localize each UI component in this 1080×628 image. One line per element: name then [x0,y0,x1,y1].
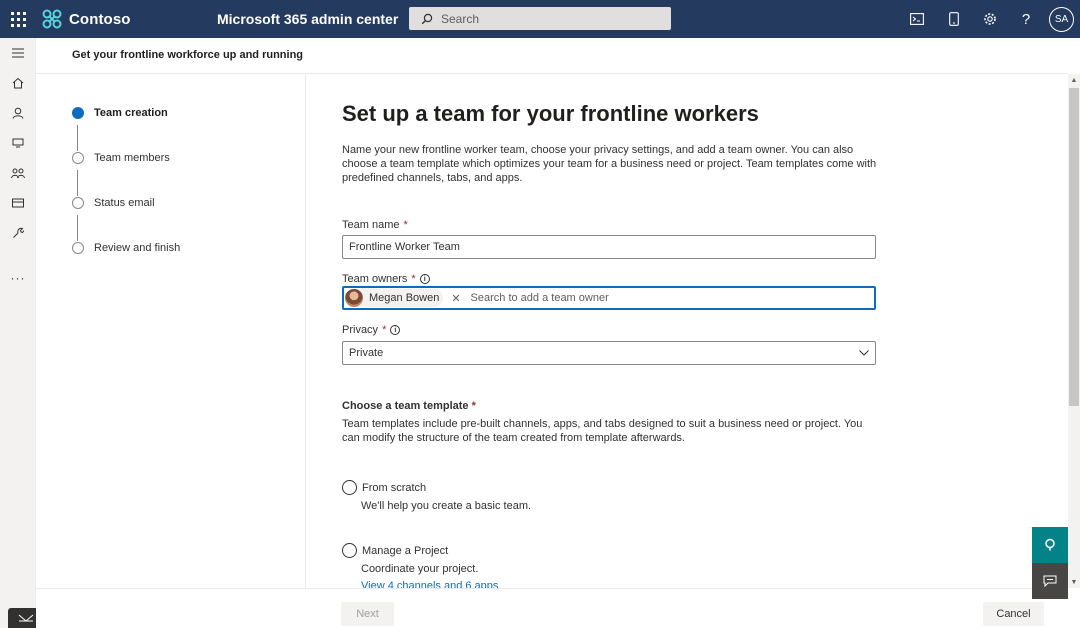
contoso-logo-icon [42,9,62,29]
required-marker: * [471,400,476,412]
home-icon[interactable] [8,73,28,93]
chevron-down-icon [859,350,869,356]
mobile-icon[interactable] [944,9,964,29]
radio-button[interactable] [342,543,357,558]
radio-sub-text: Coordinate your project. [361,563,479,575]
step-label: Team members [94,152,170,164]
radio-button[interactable] [342,480,357,495]
gear-icon[interactable] [980,9,1000,29]
template-option-manage-project[interactable]: Manage a Project [342,543,448,558]
page-heading: Set up a team for your frontline workers [342,101,759,126]
app-title: Microsoft 365 admin center [217,11,399,27]
user-icon[interactable] [8,103,28,123]
team-owners-picker[interactable]: Megan Bowen ✕ Search to add a team owner [342,286,876,310]
template-label-text: Choose a team template [342,400,469,412]
avatar [345,289,363,307]
help-icon[interactable]: ? [1016,9,1036,29]
step-connector [77,170,78,196]
user-avatar[interactable]: SA [1049,7,1074,32]
team-owners-label: Team owners * i [342,273,430,285]
search-box[interactable]: Search [409,7,671,30]
step-label: Review and finish [94,242,181,254]
required-marker: * [411,273,416,285]
step-label: Status email [94,197,155,209]
privacy-selected-value: Private [349,347,384,359]
cancel-button[interactable]: Cancel [983,602,1044,626]
step-team-members[interactable]: Team members [72,149,170,167]
template-section-label: Choose a team template * [342,400,476,412]
top-bar: Contoso Microsoft 365 admin center Searc… [0,0,1080,38]
owner-name: Megan Bowen [369,292,440,304]
more-icon[interactable]: ··· [8,268,28,288]
step-label: Team creation [94,107,168,119]
hamburger-icon[interactable] [8,43,28,63]
privacy-dropdown[interactable]: Private [342,341,876,365]
brand-name: Contoso [69,10,131,28]
feedback-button[interactable] [1032,563,1068,599]
remove-owner-icon[interactable]: ✕ [449,292,462,305]
radio-label: Manage a Project [362,544,449,557]
chat-icon [1043,575,1057,587]
terminal-icon[interactable] [907,9,927,29]
billing-icon[interactable] [8,193,28,213]
arrows-icon [18,614,34,622]
devices-icon[interactable] [8,133,28,153]
wizard-steps: Team creation Team members Status email … [36,74,306,588]
team-name-label: Team name * [342,219,408,231]
step-team-creation[interactable]: Team creation [72,104,168,122]
step-connector [77,125,78,151]
template-option-from-scratch[interactable]: From scratch [342,480,426,495]
help-support-button[interactable] [1032,527,1068,563]
brand[interactable]: Contoso [41,7,131,31]
privacy-label: Privacy * i [342,324,401,336]
wizard-footer [36,588,1068,628]
template-description: Team templates include pre-built channel… [342,418,863,444]
next-button[interactable]: Next [341,602,394,626]
team-name-label-text: Team name [342,219,400,231]
scroll-down-icon[interactable]: ▼ [1068,576,1080,588]
left-nav-rail: ··· [0,38,36,628]
panel-title: Get your frontline workforce up and runn… [72,49,304,61]
info-icon[interactable]: i [419,274,430,284]
scrollbar-thumb[interactable] [1069,88,1079,406]
required-marker: * [382,324,387,336]
required-marker: * [403,219,408,231]
step-indicator [72,152,84,164]
step-indicator [72,242,84,254]
setup-icon[interactable] [8,223,28,243]
owner-persona: Megan Bowen [345,289,444,307]
team-name-input[interactable]: Frontline Worker Team [342,235,876,259]
page-description: Name your new frontline worker team, cho… [342,144,877,184]
teams-icon[interactable] [8,163,28,183]
app-launcher-icon[interactable] [10,11,26,27]
scroll-up-icon[interactable]: ▲ [1068,74,1080,86]
search-icon [421,13,433,24]
step-connector [77,215,78,241]
step-indicator [72,197,84,209]
owner-search-placeholder[interactable]: Search to add a team owner [471,292,609,304]
step-indicator-active [72,107,84,119]
radio-sub-text: We'll help you create a basic team. [361,500,532,512]
step-status-email[interactable]: Status email [72,194,155,212]
step-review-and-finish[interactable]: Review and finish [72,239,180,257]
privacy-label-text: Privacy [342,324,379,336]
support-icon [1045,538,1055,551]
team-owners-label-text: Team owners [342,273,408,285]
search-placeholder: Search [441,11,480,26]
info-icon[interactable]: i [390,325,401,335]
radio-label: From scratch [362,481,427,494]
